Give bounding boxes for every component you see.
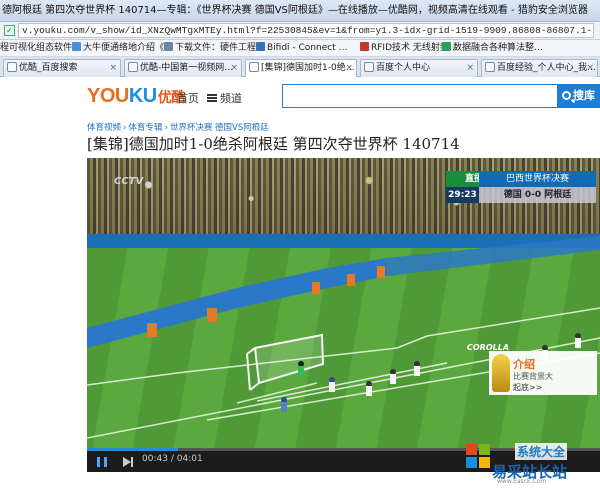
page-content: YOUKU优酷 首页 频道 搜库 体育视频 › 体育专辑 › 世界杯决赛 德国VS阿根廷… (0, 77, 600, 490)
channel-logo: CCTV (114, 176, 144, 187)
bookmark-icon (442, 42, 451, 51)
tab-baidu-experience[interactable]: 百度经验_个人中心_我… × (481, 59, 598, 77)
time-separator: / (170, 454, 174, 464)
pause-button[interactable] (97, 457, 107, 467)
promo-card[interactable]: 介绍 比赛背景大 起底>> (489, 351, 597, 395)
bookmarks-bar: 程可视化组态软件… 大牛便通络地介绍《… 下载文件：硬件工程… Bifidi -… (0, 40, 600, 57)
next-icon (123, 457, 131, 467)
close-icon[interactable]: × (466, 60, 474, 76)
bookmark-label: 下载文件：硬件工程… (175, 43, 266, 53)
promo-title: 介绍 (513, 358, 535, 371)
nav-home-link[interactable]: 首页 (177, 90, 199, 106)
page-title: [集锦]德国加时1-0绝杀阿根廷 第四次夺世界杯 140714 (87, 135, 460, 153)
play-icon (128, 62, 138, 72)
next-button[interactable] (123, 456, 135, 468)
search-input[interactable] (282, 84, 558, 108)
progress-fill (87, 448, 179, 451)
tab-baidu-search[interactable]: 优酷_百度搜索 × (3, 59, 121, 77)
tab-youku-home[interactable]: 优酷-中国第一视频网… × (124, 59, 242, 77)
paw-icon (7, 62, 17, 72)
breadcrumb-link[interactable]: 体育专辑 (128, 123, 162, 133)
bookmark-label: 数据融合各种算法整… (453, 43, 544, 53)
watermark-line1: 系统大全 (515, 443, 568, 460)
windows-logo-icon (466, 444, 490, 468)
secure-check-icon: ✓ (4, 25, 15, 36)
tab-bar: 优酷_百度搜索 × 优酷-中国第一视频网… × [集锦]德国加时1-0绝… × … (0, 57, 600, 78)
bookmark-item[interactable]: 程可视化组态软件… (0, 42, 81, 55)
tab-video-active[interactable]: [集锦]德国加时1-0绝… × (245, 59, 357, 78)
close-icon[interactable]: × (586, 60, 594, 76)
window-title: 德阿根廷 第四次夺世界杯 140714—专辑：《世界杯决赛 德国VS阿根廷》—在… (0, 0, 600, 22)
total-time: 04:01 (176, 454, 203, 464)
tab-label: [集锦]德国加时1-0绝… (261, 63, 355, 73)
current-time: 00:43 (142, 454, 168, 464)
baidu-icon (364, 62, 374, 72)
bookmark-item[interactable]: 下载文件：硬件工程… (164, 42, 265, 55)
bookmark-icon (256, 42, 265, 51)
bookmark-icon (72, 42, 81, 51)
bookmark-icon (164, 42, 173, 51)
tab-label: 百度经验_个人中心_我… (497, 63, 597, 73)
url-input[interactable]: v.youku.com/v_show/id_XNzQwMTgxMTEy.html… (18, 23, 594, 38)
bookmark-item[interactable]: 数据融合各种算法整… (442, 42, 543, 55)
video-frame[interactable]: CCTV 直播 巴西世界杯决赛 29:23 德国 0-0 阿根廷 COROLLA… (87, 158, 600, 448)
breadcrumb-link[interactable]: 世界杯决赛 德国VS阿根廷 (170, 123, 269, 133)
youku-logo[interactable]: YOUKU优酷 (87, 85, 185, 108)
menu-icon (207, 94, 217, 102)
search-button-label: 搜库 (573, 89, 595, 102)
close-icon[interactable]: × (345, 60, 353, 76)
logo-part: YOU (87, 85, 129, 107)
video-player[interactable]: CCTV 直播 巴西世界杯决赛 29:23 德国 0-0 阿根廷 COROLLA… (87, 158, 600, 472)
search-button[interactable]: 搜库 (558, 84, 600, 108)
logo-part: KU (128, 85, 157, 107)
play-icon (249, 62, 259, 72)
tab-label: 优酷_百度搜索 (19, 63, 78, 73)
baidu-icon (485, 62, 495, 72)
promo-subtitle: 比赛背景大 (513, 372, 553, 381)
time-display: 00:43 / 04:01 (142, 454, 203, 464)
match-clock: 29:23 (446, 187, 479, 203)
nav-channel-menu[interactable]: 频道 (207, 90, 242, 106)
close-icon[interactable]: × (230, 60, 238, 76)
breadcrumb-link[interactable]: 体育视频 (87, 123, 121, 133)
tab-baidu-profile[interactable]: 百度个人中心 × (360, 59, 478, 77)
tab-label: 优酷-中国第一视频网… (140, 63, 234, 73)
search-icon (562, 91, 571, 100)
bookmark-label: 大牛便通络地介绍《… (83, 43, 174, 53)
bookmark-icon (360, 42, 369, 51)
tab-label: 百度个人中心 (376, 63, 431, 73)
address-bar: ✓ v.youku.com/v_show/id_XNzQwMTgxMTEy.ht… (0, 22, 600, 40)
event-banner: 巴西世界杯决赛 (479, 171, 596, 187)
breadcrumb: 体育视频 › 体育专辑 › 世界杯决赛 德国VS阿根廷 (87, 123, 269, 133)
match-score: 德国 0-0 阿根廷 (479, 187, 596, 203)
promo-more-link[interactable]: 起底>> (513, 382, 542, 393)
trophy-icon (492, 354, 510, 392)
next-bar (131, 457, 133, 467)
bookmark-label: 程可视化组态软件… (0, 43, 82, 53)
bookmark-label: Bifidi - Connect … (267, 43, 348, 53)
bookmark-item[interactable]: 大牛便通络地介绍《… (72, 42, 173, 55)
nav-channel-label: 频道 (220, 92, 242, 105)
bookmark-item[interactable]: Bifidi - Connect … (256, 42, 348, 55)
watermark-url: www.Easck.Com (497, 478, 547, 485)
close-icon[interactable]: × (109, 60, 117, 76)
